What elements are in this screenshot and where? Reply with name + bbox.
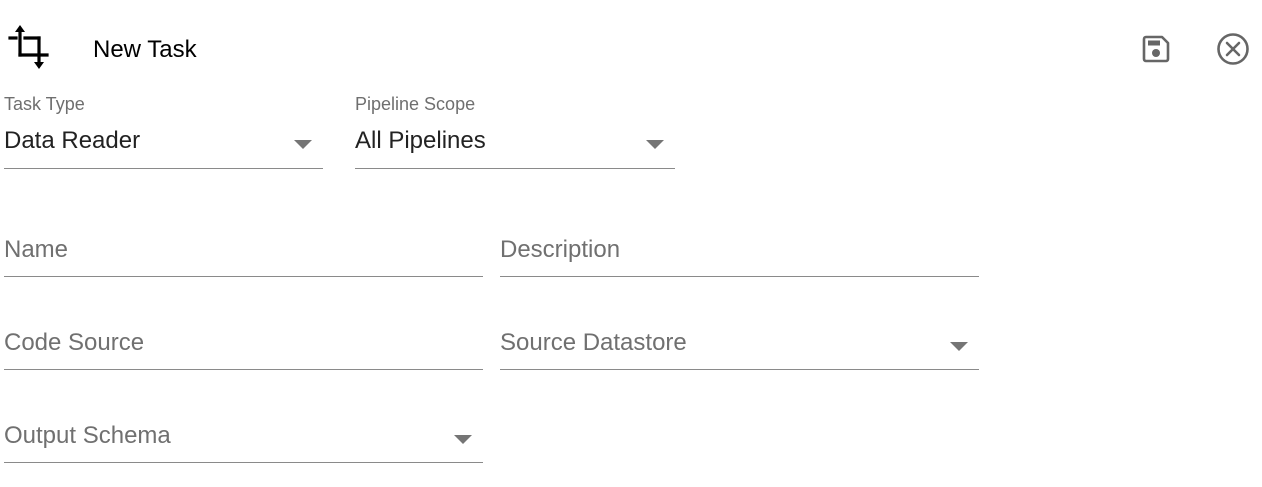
output-schema-select[interactable]: Output Schema (4, 422, 483, 464)
pipeline-scope-select[interactable]: Pipeline Scope All Pipelines (355, 94, 675, 170)
name-underline (4, 276, 483, 277)
code-source-underline (4, 369, 483, 370)
close-button[interactable] (1215, 31, 1251, 72)
chevron-down-icon (454, 435, 472, 444)
source-datastore-underline (500, 369, 979, 370)
chevron-down-icon (294, 140, 312, 149)
pipeline-scope-underline (355, 168, 675, 169)
dialog-header: New Task (0, 0, 1262, 100)
source-datastore-select[interactable]: Source Datastore (500, 329, 979, 371)
task-type-select[interactable]: Task Type Data Reader (4, 94, 323, 170)
output-schema-underline (4, 462, 483, 463)
chevron-down-icon (950, 342, 968, 351)
description-underline (500, 276, 979, 277)
close-circle-icon (1215, 31, 1251, 72)
save-icon (1140, 33, 1172, 70)
task-type-label: Task Type (4, 94, 85, 114)
crop-icon (6, 24, 52, 70)
name-placeholder: Name (4, 236, 69, 263)
description-field[interactable]: Description (500, 236, 979, 278)
chevron-down-icon (646, 140, 664, 149)
source-datastore-placeholder: Source Datastore (500, 329, 687, 356)
pipeline-scope-value: All Pipelines (355, 127, 486, 154)
name-field[interactable]: Name (4, 236, 483, 278)
task-type-value: Data Reader (4, 127, 141, 154)
page-title: New Task (93, 36, 197, 63)
output-schema-placeholder: Output Schema (4, 422, 171, 449)
pipeline-scope-label: Pipeline Scope (355, 94, 476, 114)
task-type-underline (4, 168, 323, 169)
description-placeholder: Description (500, 236, 621, 263)
save-button[interactable] (1138, 33, 1174, 69)
code-source-field[interactable]: Code Source (4, 329, 483, 371)
code-source-placeholder: Code Source (4, 329, 145, 356)
